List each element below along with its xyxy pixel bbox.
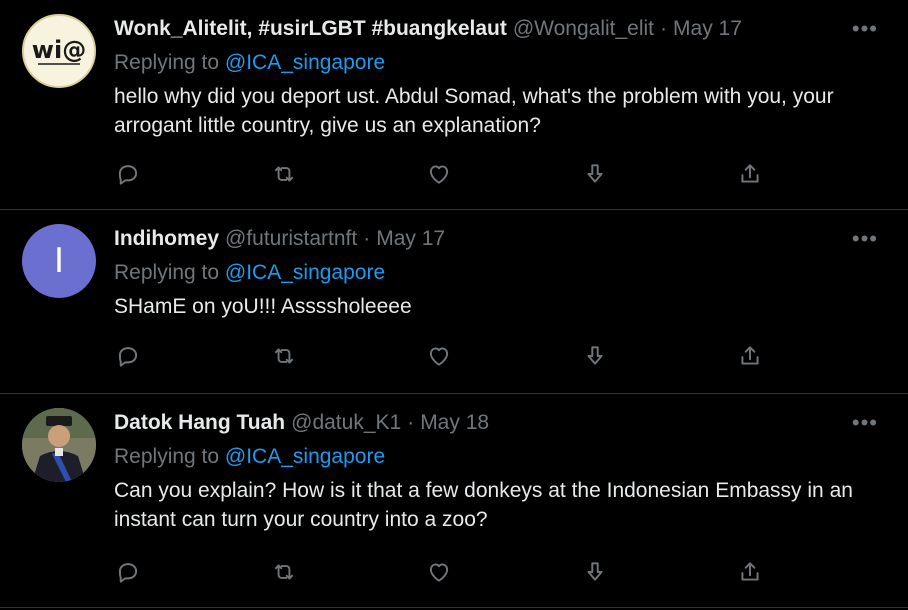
mention-link[interactable]: @ICA_singapore [225,51,385,74]
tweet-text: hello why did you deport ust. Abdul Soma… [114,85,834,137]
replying-to: Replying to @ICA_singapore [114,442,884,472]
like-button[interactable] [425,558,453,586]
share-icon [741,164,759,183]
avatar[interactable] [22,408,96,482]
tweet-text: Can you explain? How is it that a few do… [114,479,853,531]
tweet[interactable]: wi@ Wonk_Alitelit, #usirLGBT #buangkelau… [0,0,908,210]
tweet-content: Indihomey @futuristartnft · May 17 Reply… [114,224,884,321]
tweet-text: SHamE on yoU!!! Assssholeeee [114,295,412,318]
downvote-button[interactable] [581,160,609,188]
share-icon [741,562,759,581]
replying-to: Replying to @ICA_singapore [114,48,884,78]
tweet-date[interactable]: May 17 [673,14,742,44]
reply-button[interactable] [114,160,142,188]
like-icon [429,563,449,582]
reply-icon [118,563,138,583]
downvote-button[interactable] [581,558,609,586]
replying-to-label: Replying to [114,51,220,74]
wi-logo-icon: wi@ [32,36,86,65]
more-options-button[interactable]: ••• [852,14,878,44]
downvote-button[interactable] [581,342,609,370]
separator-dot: · [660,17,668,40]
retweet-icon [274,564,293,580]
downvote-icon [587,164,602,183]
like-button[interactable] [425,342,453,370]
separator-dot: · [363,227,371,250]
user-handle[interactable]: @Wongalit_elit [513,14,654,44]
downvote-icon [587,562,602,581]
tweet[interactable]: Datok Hang Tuah @datuk_K1 · May 18 Reply… [0,394,908,608]
more-options-button[interactable]: ••• [852,408,878,438]
tweet-actions [114,160,764,188]
user-handle[interactable]: @datuk_K1 [291,408,401,438]
share-button[interactable] [736,160,764,188]
share-button[interactable] [736,558,764,586]
replying-to-label: Replying to [114,445,220,468]
share-button[interactable] [736,342,764,370]
avatar-initial: I [53,241,65,281]
tweet-actions [114,558,764,586]
display-name[interactable]: Datok Hang Tuah [114,408,285,438]
downvote-icon [587,346,602,365]
tweet-date[interactable]: May 18 [420,408,489,438]
more-options-button[interactable]: ••• [852,224,878,254]
avatar[interactable]: I [22,224,96,298]
display-name[interactable]: Wonk_Alitelit, #usirLGBT #buangkelaut [114,14,507,44]
separator-dot: · [407,411,415,434]
tweet-header: Wonk_Alitelit, #usirLGBT #buangkelaut @W… [114,14,884,44]
reply-feed: wi@ Wonk_Alitelit, #usirLGBT #buangkelau… [0,0,908,608]
tweet[interactable]: I Indihomey @futuristartnft · May 17 Rep… [0,210,908,394]
retweet-button[interactable] [270,342,298,370]
display-name[interactable]: Indihomey [114,224,219,254]
reply-icon [118,165,138,185]
replying-to-label: Replying to [114,261,220,284]
retweet-icon [274,348,293,364]
retweet-button[interactable] [270,558,298,586]
tweet-content: Wonk_Alitelit, #usirLGBT #buangkelaut @W… [114,14,884,140]
reply-button[interactable] [114,558,142,586]
retweet-button[interactable] [270,160,298,188]
tweet-date[interactable]: May 17 [376,224,445,254]
like-icon [429,165,449,184]
person-photo-icon [22,408,96,482]
tweet-header: Datok Hang Tuah @datuk_K1 · May 18 [114,408,884,438]
mention-link[interactable]: @ICA_singapore [225,445,385,468]
avatar[interactable]: wi@ [22,14,96,88]
tweet-actions [114,342,764,370]
replying-to: Replying to @ICA_singapore [114,258,884,288]
mention-link[interactable]: @ICA_singapore [225,261,385,284]
user-handle[interactable]: @futuristartnft [225,224,357,254]
reply-icon [118,347,138,367]
like-button[interactable] [425,160,453,188]
avatar-logo-text: wi@ [32,36,86,64]
like-icon [429,347,449,366]
tweet-content: Datok Hang Tuah @datuk_K1 · May 18 Reply… [114,408,884,534]
reply-button[interactable] [114,342,142,370]
share-icon [741,346,759,365]
retweet-icon [274,166,293,182]
tweet-header: Indihomey @futuristartnft · May 17 [114,224,884,254]
